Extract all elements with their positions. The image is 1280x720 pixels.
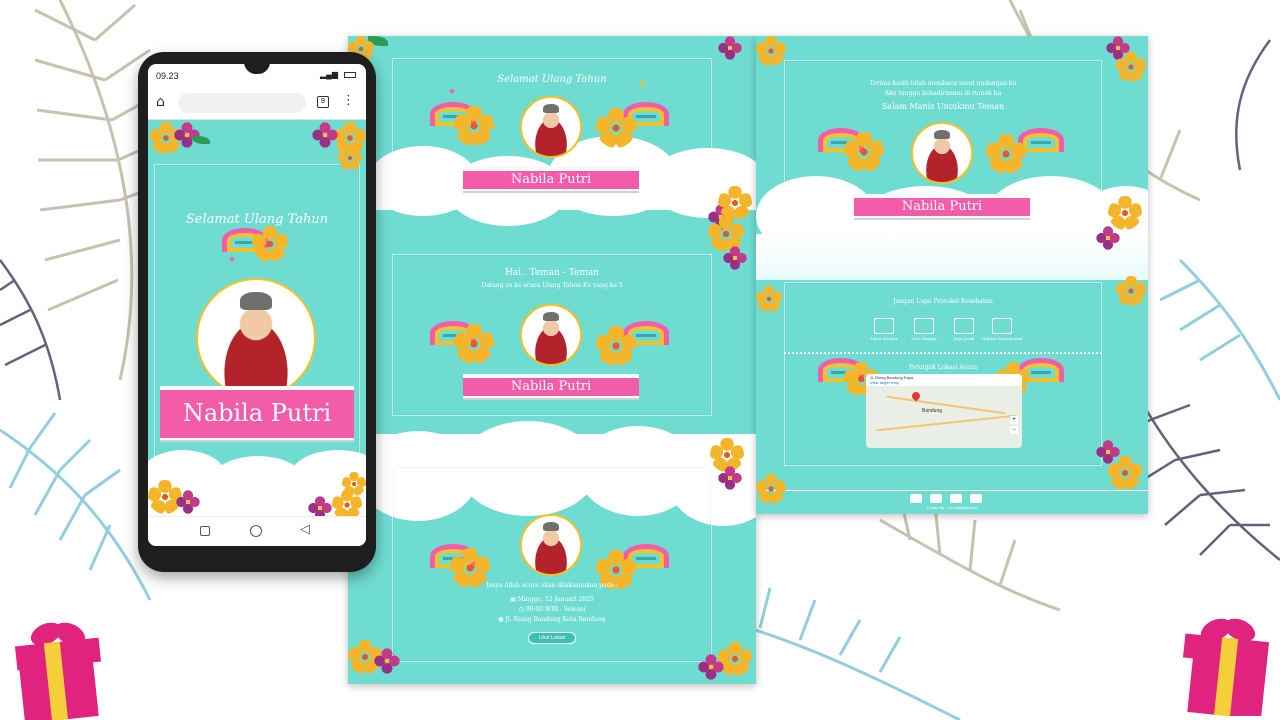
gift-icon	[1178, 608, 1272, 720]
nav-mail-icon[interactable]	[910, 494, 922, 503]
thanks-line2: Aku tunggu kehadiranmu di rumah ku	[884, 90, 1002, 97]
clock-icon: ◷	[518, 606, 526, 613]
nav-chat-icon[interactable]	[970, 494, 982, 503]
back-button[interactable]: ◁	[300, 522, 310, 537]
home-icon[interactable]: ⌂	[156, 94, 165, 110]
desktop-preview-left: Selamat Ulang Tahun Nabila Putri ★ ★ Hai…	[348, 36, 756, 684]
gift-icon	[8, 612, 102, 720]
thanks-line3: Salam Manis Untukmu Teman	[881, 102, 1005, 111]
android-nav-bar: ◁	[148, 516, 366, 546]
nav-gallery-icon[interactable]	[950, 494, 962, 503]
event-date-title: Catat Tanggalnya ya	[500, 476, 604, 487]
event-time: ◷ 09:00 WIB - Selesai	[518, 606, 586, 613]
child-photo	[911, 122, 973, 184]
greeting-title: Selamat Ulang Tahun	[497, 74, 607, 85]
child-photo	[196, 278, 316, 398]
view-location-button[interactable]: Lihat Lokasi	[528, 632, 576, 644]
zoom-out-button[interactable]: −	[1010, 426, 1018, 434]
protocol-item	[874, 318, 894, 334]
tab-switcher-icon[interactable]: 9	[317, 96, 329, 108]
invitation-subtitle: Datang ya ke acara Ulang Tahun Ku yang k…	[481, 282, 623, 289]
view-larger-map-link[interactable]: View larger map	[870, 380, 1018, 385]
location-map[interactable]: Jl. Riung Bandung Raya View larger map B…	[866, 374, 1022, 448]
address-field[interactable]	[178, 93, 306, 113]
phone-screen: 09.23 ▂▄▆ ⌂ 9 ⋮ Selamat Ulang Tahun Nabi…	[148, 64, 366, 546]
event-intro: Insya Allah acara akan dilaksanakan pada…	[486, 582, 618, 589]
signal-icon: ▂▄▆	[320, 70, 338, 79]
home-button[interactable]	[250, 525, 262, 537]
recent-apps-button[interactable]	[200, 526, 210, 536]
greeting-title: Selamat Ulang Tahun	[185, 212, 329, 227]
desktop-preview-right: Terima kasih telah membaca surat undanga…	[756, 36, 1148, 514]
nav-calendar-icon[interactable]	[930, 494, 942, 503]
thanks-line1: Terima kasih telah membaca surat undanga…	[869, 80, 1017, 87]
invitation-title: Hai.. Teman - Teman	[504, 268, 600, 278]
child-photo	[520, 304, 582, 366]
protocol-item	[954, 318, 974, 334]
calendar-icon: ▣	[510, 596, 518, 603]
protocol-item	[914, 318, 934, 334]
protocol-item	[992, 318, 1012, 334]
zoom-in-button[interactable]: +	[1010, 416, 1018, 424]
name-banner: Nabila Putri	[160, 388, 354, 440]
more-icon[interactable]: ⋮	[342, 93, 355, 108]
battery-icon	[344, 72, 356, 78]
child-photo	[520, 96, 582, 158]
name-banner: Nabila Putri	[463, 169, 639, 191]
event-date: ▣ Minggu, 12 Januari 2025	[510, 596, 594, 603]
name-banner: Nabila Putri	[463, 376, 639, 398]
protocol-title: Jangan Lupa Protokol Kesehatan	[893, 298, 993, 305]
event-place: ● Jl. Riung Bandung Kota Bandung	[498, 616, 606, 623]
browser-url-bar[interactable]: ⌂ 9 ⋮	[148, 86, 366, 120]
name-banner: Nabila Putri	[854, 196, 1030, 218]
child-photo	[520, 514, 582, 576]
footer-credit: Create By : Groupstikukebar	[926, 505, 978, 510]
